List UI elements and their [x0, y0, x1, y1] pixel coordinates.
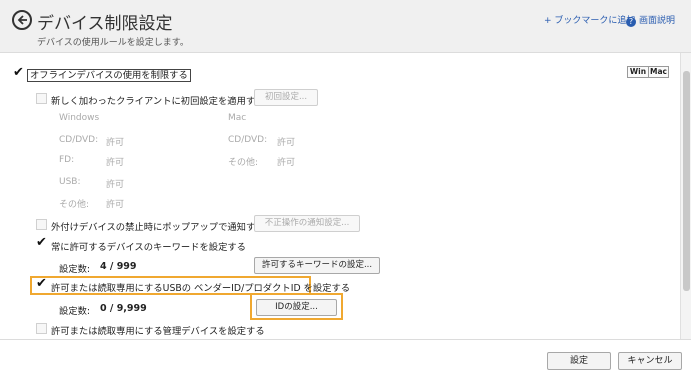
- checkmark-icon: ✔: [13, 65, 24, 80]
- initial-settings-button[interactable]: 初回設定...: [254, 89, 318, 106]
- violation-notify-button[interactable]: 不正操作の通知設定...: [254, 215, 360, 232]
- checkmark-icon: ✔: [36, 235, 47, 250]
- win-other-value: 許可: [106, 200, 125, 210]
- usb-id-checkbox[interactable]: ✔: [36, 276, 47, 291]
- keyword-label: 常に許可するデバイスのキーワードを設定する: [51, 242, 246, 253]
- page-header: デバイス制限設定 デバイスの使用ルールを設定します。 + ブックマークに追加 ?…: [0, 0, 691, 53]
- win-cd-dvd-value: 許可: [106, 138, 125, 148]
- mac-heading: Mac: [228, 113, 247, 123]
- usb-id-label: 許可または読取専用にするUSBの ベンダーID/プロダクトID を設定する: [51, 283, 351, 294]
- win-fd-name: FD:: [59, 155, 75, 165]
- checkmark-icon: ✔: [36, 276, 47, 291]
- mac-cd-dvd-name: CD/DVD:: [228, 135, 268, 145]
- new-client-checkbox[interactable]: [36, 93, 47, 104]
- offline-restrict-label: オフラインデバイスの使用を制限する: [27, 69, 191, 82]
- help-link-label: 画面説明: [639, 16, 676, 26]
- win-other-name: その他:: [59, 200, 90, 210]
- offline-restrict-checkbox[interactable]: ✔: [13, 65, 24, 80]
- win-usb-name: USB:: [59, 177, 81, 187]
- win-cd-dvd-name: CD/DVD:: [59, 135, 99, 145]
- popup-notify-checkbox[interactable]: [36, 219, 47, 230]
- managed-device-label: 許可または読取専用にする管理デバイスを設定する: [51, 326, 265, 337]
- win-usb-value: 許可: [106, 180, 125, 190]
- managed-device-checkbox[interactable]: [36, 323, 47, 334]
- add-bookmark-link[interactable]: + ブックマークに追加: [544, 13, 635, 26]
- page-subtitle: デバイスの使用ルールを設定します。: [37, 38, 189, 48]
- cancel-button[interactable]: キャンセル: [618, 352, 682, 370]
- back-arrow-icon[interactable]: [12, 10, 32, 30]
- scrollbar-thumb[interactable]: [683, 71, 690, 291]
- keyword-count-label: 設定数:: [59, 264, 91, 275]
- ok-button[interactable]: 設定: [547, 352, 611, 370]
- help-icon: ?: [626, 17, 636, 27]
- windows-heading: Windows: [59, 113, 100, 123]
- vertical-scrollbar[interactable]: [680, 53, 691, 339]
- win-fd-value: 許可: [106, 158, 125, 168]
- keyword-settings-button[interactable]: 許可するキーワードの設定...: [254, 257, 380, 274]
- keyword-checkbox[interactable]: ✔: [36, 235, 47, 250]
- mac-other-name: その他:: [228, 158, 259, 168]
- usb-id-count-label: 設定数:: [59, 306, 91, 317]
- win-toggle[interactable]: Win: [627, 66, 649, 78]
- screen-help-link[interactable]: ? 画面説明: [626, 13, 675, 27]
- mac-cd-dvd-value: 許可: [277, 138, 296, 148]
- keyword-count-value: 4 / 999: [100, 261, 137, 272]
- usb-id-count-value: 0 / 9,999: [100, 303, 147, 314]
- page-title: デバイス制限設定: [37, 14, 173, 34]
- mac-other-value: 許可: [277, 158, 296, 168]
- id-settings-button[interactable]: IDの設定...: [256, 299, 337, 316]
- mac-toggle[interactable]: Mac: [648, 66, 669, 78]
- footer-bar: 設定 キャンセル: [0, 339, 691, 379]
- new-client-label: 新しく加わったクライアントに初回設定を適用する: [51, 96, 265, 107]
- popup-notify-label: 外付けデバイスの禁止時にポップアップで通知する: [51, 222, 265, 233]
- settings-panel: Win Mac ✔ オフラインデバイスの使用を制限する 新しく加わったクライアン…: [0, 53, 680, 339]
